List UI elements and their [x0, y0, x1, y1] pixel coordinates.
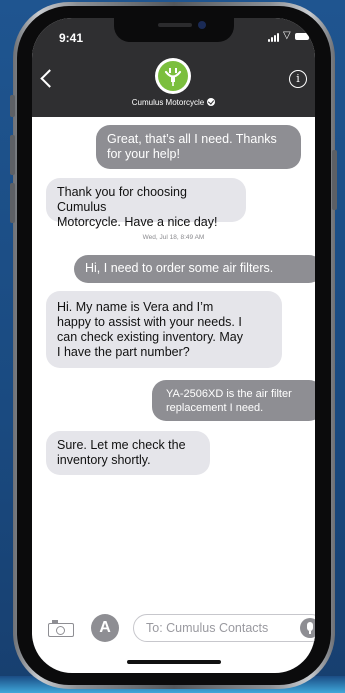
speaker-grille: [158, 23, 192, 27]
message-line: I have the part number?: [57, 345, 190, 359]
home-indicator[interactable]: [127, 660, 221, 664]
info-icon[interactable]: i: [289, 70, 307, 88]
power-button: [332, 150, 337, 210]
contact-name-label: Cumulus Motorcycle: [131, 98, 205, 107]
message-timestamp: Wed, Jul 18, 8:49 AM: [142, 234, 205, 241]
phone-screen: 9:41 ▽ Cumulus Motorcycle i Great, that’…: [32, 18, 315, 673]
outgoing-message[interactable]: Hi, I need to order some air filters.: [74, 255, 315, 283]
battery-icon: [295, 33, 309, 40]
message-line: replacement I need.: [166, 402, 264, 414]
front-camera: [198, 21, 206, 29]
contact-name[interactable]: Cumulus Motorcycle: [32, 98, 315, 107]
notch: [114, 18, 234, 42]
wifi-icon: ▽: [283, 30, 291, 41]
message-line: for your help!: [107, 147, 180, 161]
plug-icon: [164, 68, 182, 86]
outgoing-message[interactable]: Great, that’s all I need. Thanks for you…: [96, 125, 301, 169]
message-line: Hi. My name is Vera and I’m: [57, 300, 214, 314]
incoming-message[interactable]: Thank you for choosing Cumulus Motorcycl…: [46, 178, 246, 229]
volume-down-button: [10, 183, 15, 223]
mute-switch: [10, 95, 15, 117]
camera-icon[interactable]: [48, 619, 74, 637]
volume-up-button: [10, 135, 15, 175]
message-line: happy to assist with your needs. I: [57, 315, 242, 329]
message-line: Sure. Let me check the: [57, 438, 186, 452]
message-line: Motorcycle. Have a nice day!: [57, 215, 218, 229]
outgoing-message[interactable]: YA-2506XD is the air filter replacement …: [152, 380, 315, 421]
incoming-message[interactable]: Hi. My name is Vera and I’m happy to ass…: [46, 291, 282, 368]
message-line: Great, that’s all I need. Thanks: [107, 132, 277, 146]
status-time: 9:41: [59, 31, 84, 45]
message-input-placeholder: To: Cumulus Contacts: [146, 621, 269, 635]
conversation-header: 9:41 ▽ Cumulus Motorcycle i: [32, 18, 315, 117]
plug-leaf-logo[interactable]: [155, 58, 191, 94]
message-line: Hi, I need to order some air filters.: [85, 261, 274, 275]
verified-check-icon: [207, 98, 216, 106]
message-line: can check existing inventory. May: [57, 330, 243, 344]
incoming-message[interactable]: Sure. Let me check the inventory shortly…: [46, 431, 210, 475]
chevron-left-icon[interactable]: [40, 69, 59, 88]
app-store-icon[interactable]: A: [91, 614, 119, 642]
message-input[interactable]: To: Cumulus Contacts: [133, 614, 315, 642]
message-line: YA-2506XD is the air filter: [166, 388, 292, 400]
message-line: inventory shortly.: [57, 453, 151, 467]
message-line: Thank you for choosing Cumulus: [57, 185, 187, 214]
microphone-icon[interactable]: [300, 618, 315, 638]
